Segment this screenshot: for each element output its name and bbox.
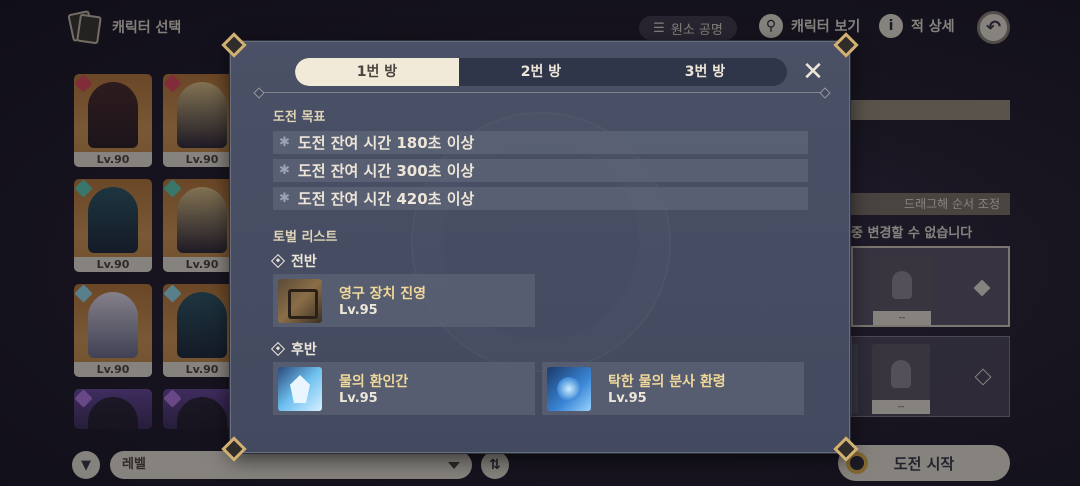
ruin-machine-icon — [278, 279, 322, 323]
room-details-modal: 1번 방 2번 방 3번 방 ✕ 도전 목표 ✱ 도전 잔여 시간 180초 이… — [221, 32, 859, 462]
enemy-card[interactable]: 물의 환인간 Lv.95 — [273, 362, 535, 415]
goal-text: 도전 잔여 시간 180초 이상 — [297, 134, 475, 152]
enemy-level: Lv.95 — [339, 391, 378, 406]
hydro-phantasm-icon — [547, 367, 591, 411]
enemy-name: 영구 장치 진영 — [339, 286, 427, 302]
close-icon: ✕ — [802, 57, 824, 87]
enemy-name: 물의 환인간 — [339, 374, 409, 390]
diamond-icon — [270, 341, 286, 357]
star-icon: ✱ — [279, 163, 290, 178]
second-half-text: 후반 — [291, 342, 317, 358]
star-icon: ✱ — [279, 135, 290, 150]
tab-room-3[interactable]: 3번 방 — [623, 58, 787, 86]
challenge-goals-title: 도전 목표 — [273, 110, 326, 125]
enemy-level: Lv.95 — [608, 391, 647, 406]
first-half-label: 전반 — [270, 251, 317, 271]
close-button[interactable]: ✕ — [799, 58, 827, 86]
goal-row: ✱ 도전 잔여 시간 180초 이상 — [273, 131, 808, 154]
goal-row: ✱ 도전 잔여 시간 420초 이상 — [273, 187, 808, 210]
enemy-level: Lv.95 — [339, 303, 378, 318]
star-icon: ✱ — [279, 191, 290, 206]
enemy-name: 탁한 물의 분사 환령 — [608, 374, 726, 390]
hydro-mimic-icon — [278, 367, 322, 411]
diamond-icon — [270, 253, 286, 269]
enemy-list-title: 토벌 리스트 — [273, 230, 338, 245]
goal-text: 도전 잔여 시간 300초 이상 — [297, 162, 475, 180]
header-divider — [259, 92, 825, 93]
second-half-label: 후반 — [270, 339, 317, 359]
goal-row: ✱ 도전 잔여 시간 300초 이상 — [273, 159, 808, 182]
enemy-card[interactable]: 탁한 물의 분사 환령 Lv.95 — [542, 362, 804, 415]
goal-text: 도전 잔여 시간 420초 이상 — [297, 190, 475, 208]
tab-room-1[interactable]: 1번 방 — [295, 58, 459, 86]
tab-room-2[interactable]: 2번 방 — [459, 58, 623, 86]
first-half-text: 전반 — [291, 254, 317, 270]
enemy-card[interactable]: 영구 장치 진영 Lv.95 — [273, 274, 535, 327]
room-tabs: 1번 방 2번 방 3번 방 — [295, 58, 787, 86]
